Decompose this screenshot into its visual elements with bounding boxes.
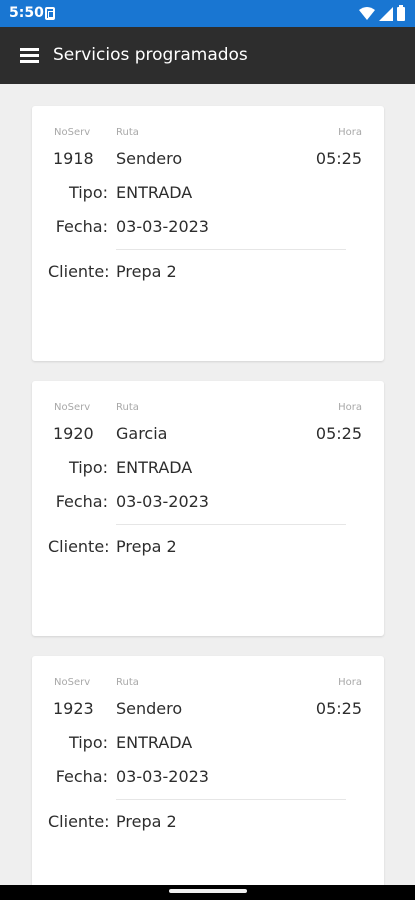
hora-label: Hora bbox=[338, 677, 362, 688]
hora-value: 05:25 bbox=[315, 699, 362, 718]
divider bbox=[116, 249, 346, 250]
hora-value: 05:25 bbox=[315, 424, 362, 443]
status-time: 5:50 bbox=[9, 5, 44, 21]
tipo-value: ENTRADA bbox=[116, 458, 193, 477]
tipo-value: ENTRADA bbox=[116, 183, 193, 202]
cliente-value: Prepa 2 bbox=[116, 537, 177, 556]
tipo-label: Tipo: bbox=[68, 733, 108, 752]
sim-card-icon bbox=[45, 7, 55, 20]
hora-label: Hora bbox=[338, 402, 362, 413]
service-card[interactable]: NoServ Ruta Hora 1918 Sendero 05:25 Tipo… bbox=[32, 106, 384, 361]
hamburger-menu-icon[interactable] bbox=[20, 48, 39, 63]
ruta-label: Ruta bbox=[116, 127, 139, 138]
home-gesture-handle[interactable] bbox=[169, 889, 247, 893]
cliente-label: Cliente: bbox=[48, 812, 110, 831]
noserv-label: NoServ bbox=[54, 127, 91, 138]
cliente-label: Cliente: bbox=[48, 537, 110, 556]
hora-label: Hora bbox=[338, 127, 362, 138]
cliente-value: Prepa 2 bbox=[116, 812, 177, 831]
ruta-label: Ruta bbox=[116, 677, 139, 688]
divider bbox=[116, 524, 346, 525]
hora-value: 05:25 bbox=[315, 149, 362, 168]
fecha-value: 03-03-2023 bbox=[116, 492, 209, 511]
fecha-value: 03-03-2023 bbox=[116, 767, 209, 786]
app-bar: Servicios programados bbox=[0, 27, 415, 84]
divider bbox=[116, 799, 346, 800]
tipo-value: ENTRADA bbox=[116, 733, 193, 752]
wifi-icon bbox=[359, 7, 375, 20]
ruta-value: Sendero bbox=[116, 149, 183, 168]
status-bar: 5:50 bbox=[0, 0, 415, 27]
tipo-label: Tipo: bbox=[68, 458, 108, 477]
fecha-label: Fecha: bbox=[55, 767, 108, 786]
page-title: Servicios programados bbox=[53, 45, 248, 65]
services-list[interactable]: NoServ Ruta Hora 1918 Sendero 05:25 Tipo… bbox=[0, 84, 415, 885]
fecha-value: 03-03-2023 bbox=[116, 217, 209, 236]
tipo-label: Tipo: bbox=[68, 183, 108, 202]
noserv-value: 1923 bbox=[53, 699, 94, 718]
signal-icon bbox=[379, 6, 393, 21]
navigation-bar bbox=[0, 885, 415, 900]
ruta-value: Sendero bbox=[116, 699, 183, 718]
noserv-value: 1920 bbox=[53, 424, 94, 443]
fecha-label: Fecha: bbox=[55, 217, 108, 236]
cliente-value: Prepa 2 bbox=[116, 262, 177, 281]
service-card[interactable]: NoServ Ruta Hora 1920 Garcia 05:25 Tipo:… bbox=[32, 381, 384, 636]
noserv-label: NoServ bbox=[54, 677, 91, 688]
fecha-label: Fecha: bbox=[55, 492, 108, 511]
service-card[interactable]: NoServ Ruta Hora 1923 Sendero 05:25 Tipo… bbox=[32, 656, 384, 885]
cliente-label: Cliente: bbox=[48, 262, 110, 281]
noserv-label: NoServ bbox=[54, 402, 91, 413]
battery-icon bbox=[397, 4, 405, 21]
noserv-value: 1918 bbox=[53, 149, 94, 168]
status-icons bbox=[359, 4, 405, 22]
ruta-value: Garcia bbox=[116, 424, 168, 443]
ruta-label: Ruta bbox=[116, 402, 139, 413]
